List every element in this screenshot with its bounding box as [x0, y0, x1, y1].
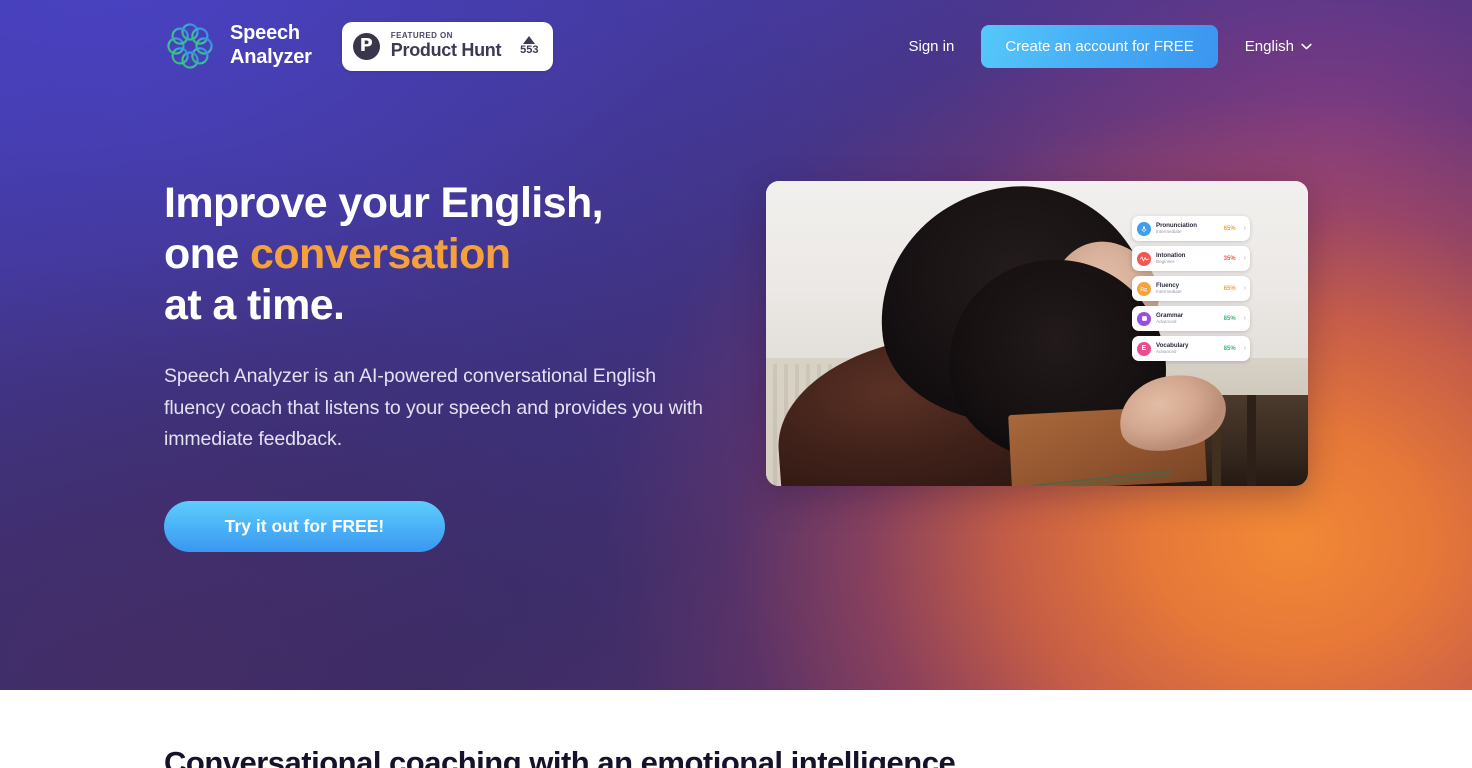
skill-text: Pronunciation Intermediate — [1156, 222, 1219, 235]
below-hero-section: Conversational coaching with an emotiona… — [0, 690, 1472, 768]
skill-level: Advanced — [1156, 319, 1177, 325]
skill-text: Grammar Advanced — [1156, 312, 1219, 325]
chevron-right-icon: › — [1243, 255, 1246, 262]
skill-name: Vocabulary — [1156, 342, 1189, 350]
nav-actions: Sign in Create an account for FREE Engli… — [908, 24, 1312, 68]
skill-card-grammar[interactable]: Grammar Advanced 85% › — [1132, 306, 1250, 331]
skill-percent: 35% — [1223, 255, 1236, 262]
hero-section: Speech Analyzer P FEATURED ON Product Hu… — [0, 0, 1472, 690]
skill-card-vocabulary[interactable]: E Vocabulary Advanced 85% › — [1132, 336, 1250, 361]
product-hunt-copy: FEATURED ON Product Hunt — [390, 30, 502, 61]
chevron-right-icon: › — [1243, 315, 1246, 322]
brand-name-line1: Speech — [230, 22, 300, 45]
headline-line-2: one conversation — [164, 229, 744, 280]
skill-text: Fluency Intermediate — [1156, 282, 1219, 295]
product-hunt-logo-icon: P — [352, 32, 380, 60]
flower-star-logo-icon — [167, 23, 213, 69]
skill-percent: 85% — [1223, 345, 1236, 352]
brand-logo[interactable]: Speech Analyzer — [164, 20, 312, 72]
skill-card-intonation[interactable]: Intonation Beginner 35% › — [1132, 246, 1250, 271]
square-icon — [1137, 311, 1151, 326]
product-hunt-name: Product Hunt — [390, 40, 502, 61]
headline-line-1: Improve your English, — [164, 179, 604, 227]
headline-line-3: at a time. — [164, 281, 345, 329]
brand-name: Speech Analyzer — [230, 22, 312, 69]
skill-percent: 85% — [1223, 315, 1236, 322]
upvote-triangle-icon — [523, 36, 536, 44]
microphone-icon — [1137, 221, 1151, 236]
product-hunt-featured-label: FEATURED ON — [390, 30, 453, 40]
product-hunt-upvotes: 553 — [520, 36, 539, 56]
wave-icon — [1137, 281, 1151, 296]
skill-percent: 65% — [1223, 225, 1236, 232]
skill-text: Vocabulary Advanced — [1156, 342, 1219, 355]
chevron-right-icon: › — [1243, 225, 1246, 232]
skill-name: Pronunciation — [1156, 222, 1197, 230]
headline-accent-word: conversation — [250, 230, 511, 278]
hero-headline: Improve your English, one conversation a… — [164, 178, 744, 331]
chevron-right-icon: › — [1243, 345, 1246, 352]
letter-e-icon: E — [1137, 341, 1151, 356]
hero-text-column: Improve your English, one conversation a… — [164, 178, 744, 552]
skill-card-pronunciation[interactable]: Pronunciation Intermediate 65% › — [1132, 216, 1250, 241]
chevron-down-icon — [1301, 43, 1312, 49]
hero-content: Improve your English, one conversation a… — [0, 0, 1472, 690]
waveform-icon — [1137, 251, 1151, 266]
try-it-out-button[interactable]: Try it out for FREE! — [164, 500, 445, 552]
skill-text: Intonation Beginner — [1156, 252, 1219, 265]
skill-cards-list: Pronunciation Intermediate 65% › Intonat… — [1132, 216, 1250, 361]
skill-percent: 65% — [1223, 285, 1236, 292]
skill-name: Intonation — [1156, 252, 1186, 260]
language-selector[interactable]: English — [1245, 38, 1312, 55]
skill-level: Advanced — [1156, 349, 1177, 355]
skill-card-fluency[interactable]: Fluency Intermediate 65% › — [1132, 276, 1250, 301]
language-selector-label: English — [1244, 37, 1294, 55]
product-hunt-badge[interactable]: P FEATURED ON Product Hunt 553 — [341, 21, 553, 71]
hero-image-card: Pronunciation Intermediate 65% › Intonat… — [766, 181, 1308, 486]
section-heading: Conversational coaching with an emotiona… — [164, 745, 956, 768]
skill-level: Intermediate — [1156, 229, 1182, 235]
chevron-right-icon: › — [1243, 285, 1246, 292]
upvote-count: 553 — [520, 44, 539, 56]
top-navigation-bar: Speech Analyzer P FEATURED ON Product Hu… — [0, 0, 1472, 92]
skill-level: Beginner — [1156, 259, 1175, 265]
sign-in-link[interactable]: Sign in — [908, 38, 954, 55]
hero-subcopy: Speech Analyzer is an AI-powered convers… — [164, 365, 703, 450]
headline-line-2-prefix: one — [164, 230, 250, 278]
skill-name: Grammar — [1156, 312, 1184, 320]
skill-level: Intermediate — [1156, 289, 1182, 295]
create-account-button[interactable]: Create an account for FREE — [981, 24, 1218, 68]
brand-name-line2: Analyzer — [230, 46, 312, 68]
skill-name: Fluency — [1156, 282, 1180, 290]
